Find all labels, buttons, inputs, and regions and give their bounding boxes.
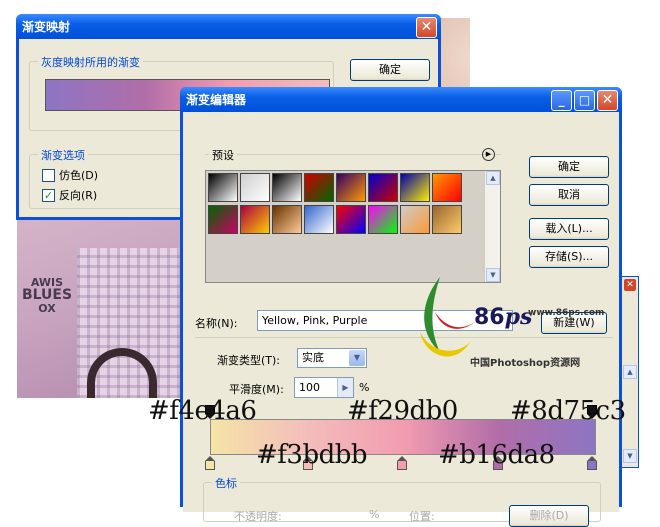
gradient-options-label: 渐变选项 xyxy=(38,147,88,163)
preset-swatch[interactable] xyxy=(304,205,334,234)
side-scroll-up-icon[interactable]: ▲ xyxy=(623,365,637,379)
dither-checkbox-row[interactable]: 仿色(D) xyxy=(42,167,98,183)
photo-print-text: AWIS BLUES OX xyxy=(21,276,73,315)
gradient-editor-close-button[interactable]: ✕ xyxy=(597,90,618,111)
name-label: 名称(N): xyxy=(195,317,238,330)
preset-swatch[interactable] xyxy=(400,205,430,234)
preset-swatch[interactable] xyxy=(208,173,238,202)
color-stop[interactable] xyxy=(205,456,215,470)
side-window-strip: ✕ ▲ ▼ xyxy=(621,276,639,468)
dither-label: 仿色(D) xyxy=(59,169,99,182)
preset-swatch[interactable] xyxy=(336,205,366,234)
preset-swatch[interactable] xyxy=(336,173,366,202)
smoothness-input[interactable]: 100 ▶ xyxy=(294,377,354,398)
color-stops-label: 色标 xyxy=(212,475,240,491)
preset-swatch[interactable] xyxy=(400,173,430,202)
presets-menu-icon[interactable]: ▶ xyxy=(482,148,495,161)
smoothness-unit: % xyxy=(359,381,370,394)
gradient-type-value: 实底 xyxy=(302,351,324,364)
hex-label-4: #b16da8 xyxy=(438,440,555,470)
gradient-map-titlebar[interactable]: 渐变映射 ✕ xyxy=(16,14,441,39)
editor-cancel-button[interactable]: 取消 xyxy=(529,184,609,206)
preset-swatch[interactable] xyxy=(240,205,270,234)
hex-label-1: #f4e4a6 xyxy=(148,396,257,426)
logo-cn-text: 中国Photoshop资源网 xyxy=(470,358,581,369)
preset-swatch[interactable] xyxy=(208,205,238,234)
gradient-options-group: 渐变选项 仿色(D) ✓ 反向(R) xyxy=(29,147,189,209)
gradient-editor-titlebar[interactable]: 渐变编辑器 _ □ ✕ xyxy=(180,87,622,112)
delete-button[interactable]: 删除(D) xyxy=(509,505,589,527)
preset-swatch[interactable] xyxy=(368,173,398,202)
logo-url: www.86ps.com xyxy=(528,308,605,318)
reverse-checkbox[interactable]: ✓ xyxy=(42,188,55,202)
gradient-map-title: 渐变映射 xyxy=(22,20,71,34)
color-stops-group: 色标 不透明度: % 位置: 删除(D) xyxy=(203,475,601,527)
gradient-group-label: 灰度映射所用的渐变 xyxy=(38,54,143,70)
save-button[interactable]: 存储(S)... xyxy=(529,246,609,268)
gradient-type-label: 渐变类型(T): xyxy=(217,354,281,367)
editor-ok-button[interactable]: 确定 xyxy=(529,156,609,178)
preset-swatch[interactable] xyxy=(432,173,462,202)
maximize-button[interactable]: □ xyxy=(574,90,595,111)
presets-grid: ▲ ▼ xyxy=(205,170,501,283)
hex-label-3: #f29db0 xyxy=(347,396,458,426)
smoothness-value: 100 xyxy=(299,381,320,394)
side-close-icon[interactable]: ✕ xyxy=(624,279,636,291)
location-label: 位置: xyxy=(409,510,435,523)
opacity-label: 不透明度: xyxy=(234,510,282,523)
reverse-label: 反向(R) xyxy=(59,189,98,202)
hex-label-2: #f3bdbb xyxy=(256,440,368,470)
opacity-unit: % xyxy=(369,508,380,521)
preset-swatch[interactable] xyxy=(240,173,270,202)
smoothness-label: 平滑度(M): xyxy=(229,383,284,396)
gradient-map-ok-button[interactable]: 确定 xyxy=(350,59,430,81)
gradient-editor-title: 渐变编辑器 xyxy=(186,93,247,107)
load-button[interactable]: 载入(L)... xyxy=(529,218,609,240)
scroll-up-icon[interactable]: ▲ xyxy=(486,171,500,185)
presets-label: 预设 xyxy=(209,147,237,163)
preset-swatch[interactable] xyxy=(272,205,302,234)
logo-number: 86ps xyxy=(474,304,533,330)
gradient-map-close-button[interactable]: ✕ xyxy=(416,17,437,38)
side-scroll-down-icon[interactable]: ▼ xyxy=(623,449,637,463)
smoothness-arrow-icon[interactable]: ▶ xyxy=(337,378,353,397)
dither-checkbox[interactable] xyxy=(42,168,55,182)
hex-label-5: #8d75c3 xyxy=(510,396,626,426)
preset-swatch[interactable] xyxy=(272,173,302,202)
preset-swatch[interactable] xyxy=(432,205,462,234)
preset-swatch[interactable] xyxy=(304,173,334,202)
chevron-down-icon[interactable]: ▼ xyxy=(349,350,365,366)
presets-scrollbar[interactable]: ▲ ▼ xyxy=(484,171,500,282)
presets-divider xyxy=(205,154,501,155)
reverse-checkbox-row[interactable]: ✓ 反向(R) xyxy=(42,187,97,203)
watermark-logo: 86ps www.86ps.com 中国Photoshop资源网 xyxy=(410,272,610,372)
color-stop[interactable] xyxy=(587,456,597,470)
color-stop[interactable] xyxy=(397,456,407,470)
preset-swatch[interactable] xyxy=(368,205,398,234)
minimize-button[interactable]: _ xyxy=(551,90,572,111)
gradient-type-select[interactable]: 实底 ▼ xyxy=(297,348,367,368)
